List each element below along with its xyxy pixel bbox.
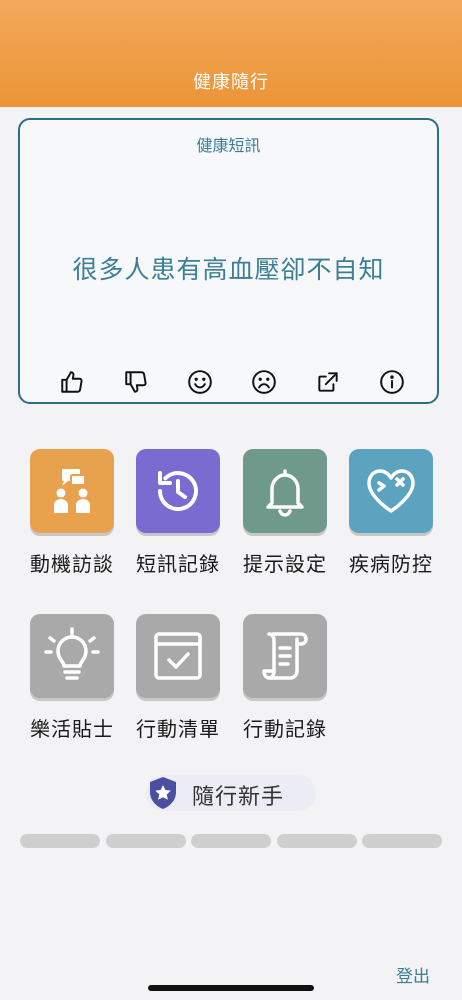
tile-label-reminder-settings: 提示設定 (243, 552, 327, 576)
tile-label-message-history: 短訊記錄 (136, 552, 220, 576)
progress-segment (20, 834, 100, 848)
info-button[interactable] (376, 366, 408, 398)
share-icon (318, 372, 338, 392)
motivational-interview-button[interactable] (30, 449, 114, 533)
smile-button[interactable] (184, 366, 216, 398)
heart-bandage-icon (367, 469, 415, 513)
scroll-icon (262, 632, 308, 680)
app-header: 健康隨行 (0, 0, 462, 107)
progress-segment (362, 834, 442, 848)
lightbulb-icon (44, 627, 100, 680)
reminder-settings-button[interactable] (243, 449, 327, 533)
dislike-icon (125, 371, 147, 393)
dislike-button[interactable] (120, 366, 152, 398)
message-actions (20, 366, 437, 398)
health-message-card: 健康短訊 很多人患有高血壓卻不自知 (18, 118, 439, 404)
home-indicator[interactable] (148, 985, 314, 991)
health-message: 很多人患有高血壓卻不自知 (72, 255, 385, 284)
action-list-button[interactable] (136, 614, 220, 698)
progress-segment (191, 834, 271, 848)
tile-label-disease-prevention: 疾病防控 (349, 552, 433, 576)
tile-label-motivational-interview: 動機訪談 (30, 552, 114, 576)
disease-prevention-button[interactable] (349, 449, 433, 533)
like-icon (61, 371, 83, 393)
card-title: 健康短訊 (196, 136, 261, 155)
progress-segment (106, 834, 186, 848)
like-button[interactable] (56, 366, 88, 398)
action-record-button[interactable] (243, 614, 327, 698)
message-history-button[interactable] (136, 449, 220, 533)
progress-segment (277, 834, 357, 848)
tile-label-action-list: 行動清單 (136, 717, 220, 741)
history-icon (157, 471, 198, 512)
rank-label: 隨行新手 (192, 785, 285, 810)
sad-icon (252, 370, 276, 394)
header-title: 健康隨行 (193, 72, 269, 93)
healthy-tips-button[interactable] (30, 614, 114, 698)
bell-icon (266, 469, 304, 517)
tile-label-action-record: 行動記錄 (243, 717, 327, 741)
sad-button[interactable] (248, 366, 280, 398)
logout-button[interactable]: 登出 (396, 962, 430, 987)
tile-label-healthy-tips: 樂活貼士 (30, 717, 114, 741)
star-shield-icon (150, 777, 176, 809)
smile-icon (188, 370, 212, 394)
rank-badge: 隨行新手 (146, 775, 316, 811)
share-button[interactable] (312, 366, 344, 398)
info-icon (380, 370, 404, 394)
people-chat-icon (54, 469, 90, 513)
checklist-icon (154, 632, 202, 680)
